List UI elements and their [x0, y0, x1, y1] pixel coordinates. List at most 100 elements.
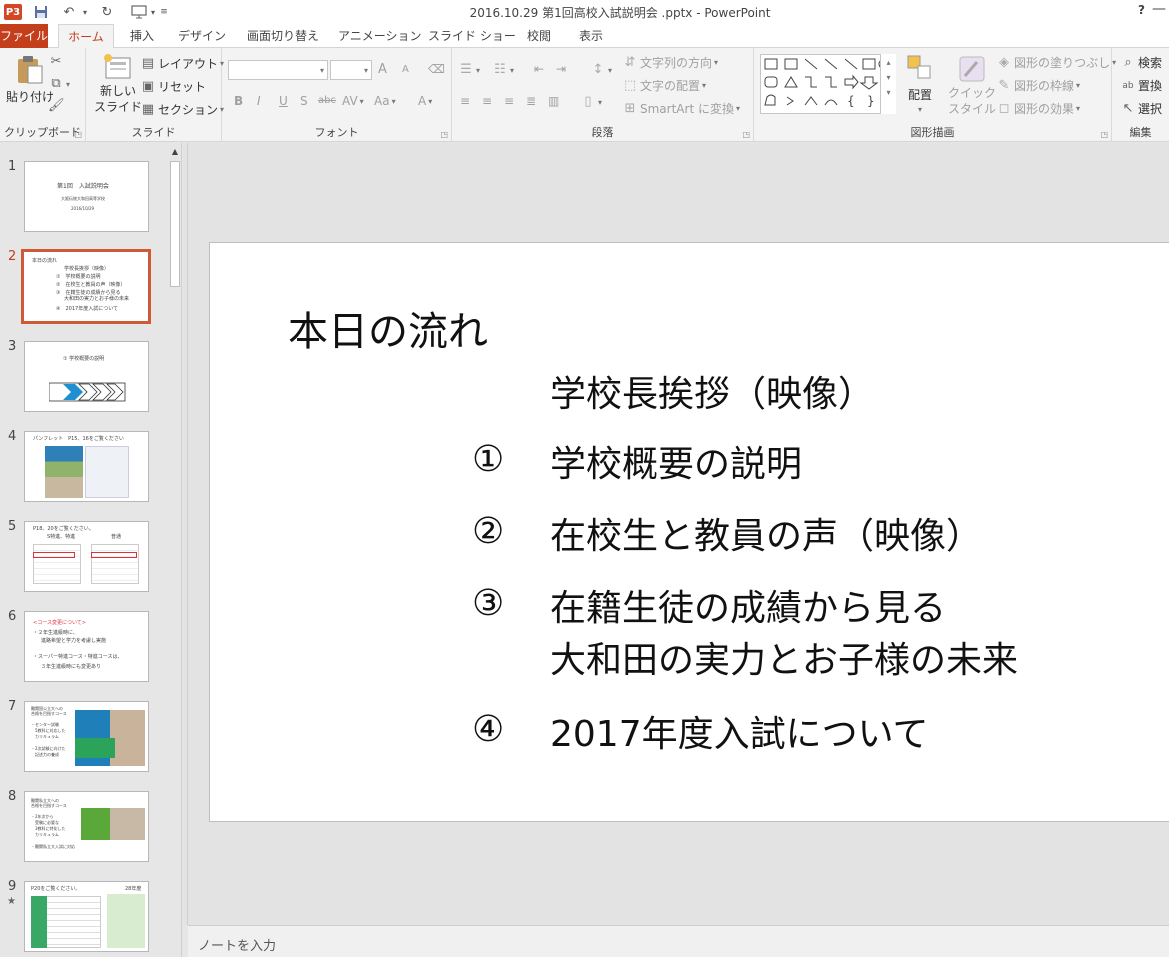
agenda-item-text[interactable]: 2017年度入試について: [550, 709, 929, 761]
slide-thumbnail-6[interactable]: <コース変更について> ・２年生進級時に、 進路希望と学力を考慮し実施 ・スーパ…: [24, 611, 149, 682]
columns-button[interactable]: ▯ ▾: [580, 94, 602, 110]
slideshow-dropdown-icon[interactable]: ▾: [148, 3, 158, 21]
copy-button[interactable]: ⧉ ▾: [48, 76, 70, 92]
quick-styles-button[interactable]: クイック スタイル: [948, 54, 996, 116]
align-left-icon[interactable]: ≡: [460, 94, 470, 108]
layout-button[interactable]: ▤ レイアウト ▾: [140, 55, 224, 72]
tab-slideshow[interactable]: スライド ショー: [428, 24, 516, 48]
increase-indent-icon[interactable]: ⇥: [556, 62, 566, 76]
notes-placeholder[interactable]: ノートを入力: [198, 935, 276, 954]
line-spacing-dropdown-icon: ▾: [608, 65, 613, 75]
slide-thumbnail-8[interactable]: 難関私立大への 合格を目指すコース ・2年次から 受験に必要な 3教科に特化した…: [24, 791, 149, 862]
slide-thumbnail-9[interactable]: P20をご覧ください。 28年度: [24, 881, 149, 952]
minimize-button[interactable]: —: [1152, 1, 1166, 17]
undo-icon[interactable]: ↶: [60, 3, 78, 21]
save-icon[interactable]: [32, 3, 50, 21]
pane-divider[interactable]: [187, 143, 188, 925]
decrease-indent-icon[interactable]: ⇤: [534, 62, 544, 76]
text-direction-button[interactable]: ⇵ 文字列の方向 ▾: [622, 54, 718, 71]
scroll-up-icon[interactable]: ▲: [168, 145, 181, 159]
select-button[interactable]: ↖ 選択: [1120, 100, 1162, 117]
agenda-item-text[interactable]: 在籍生徒の成績から見る: [550, 583, 946, 635]
agenda-item-text[interactable]: 学校概要の説明: [550, 439, 802, 491]
tab-view[interactable]: 表示: [574, 24, 608, 48]
arrange-button[interactable]: 配置 ▾: [906, 54, 934, 114]
font-color-button[interactable]: A ▾: [418, 94, 432, 108]
tab-transitions[interactable]: 画面切り替え: [244, 24, 322, 48]
text-direction-label: 文字列の方向: [640, 56, 713, 70]
clear-formatting-icon[interactable]: ⌫: [428, 62, 445, 76]
align-center-icon[interactable]: ≡: [482, 94, 492, 108]
align-text-button[interactable]: ⬚ 文字の配置 ▾: [622, 77, 706, 94]
agenda-item-text[interactable]: 在校生と教員の声（映像）: [550, 511, 982, 563]
shapes-gallery-scroll[interactable]: ▴ ▾ ▾: [880, 54, 896, 114]
align-right-icon[interactable]: ≡: [504, 94, 514, 108]
tab-design[interactable]: デザイン: [176, 24, 228, 48]
shrink-font-button[interactable]: A: [402, 64, 409, 75]
tab-insert[interactable]: 挿入: [124, 24, 160, 48]
text-shadow-button[interactable]: S: [300, 94, 308, 108]
ribbon-tabs: ファイル ホーム 挿入 デザイン 画面切り替え アニメーション スライド ショー…: [0, 24, 1169, 49]
help-button[interactable]: ?: [1138, 3, 1145, 17]
start-slideshow-icon[interactable]: [130, 3, 148, 21]
pen-icon: ✎: [998, 77, 1010, 93]
shape-fill-button[interactable]: ◈ 図形の塗りつぶし ▾: [996, 54, 1116, 71]
character-spacing-button[interactable]: AV ▾: [342, 94, 364, 108]
grow-font-button[interactable]: A: [378, 62, 387, 77]
slide-thumbnail-5[interactable]: P18、20をご覧ください。 S特進、特進 普通: [24, 521, 149, 592]
font-size-combo[interactable]: ▾: [330, 60, 372, 80]
smartart-button[interactable]: ⊞ SmartArt に変換 ▾: [622, 100, 740, 117]
paste-button[interactable]: 貼り付け: [6, 54, 54, 105]
slide-thumbnail-2-selected[interactable]: 本日の流れ 学校長挨拶（映像） ① 学校概要の説明 ② 在校生と教員の声（映像）…: [21, 249, 151, 324]
cut-button[interactable]: ✂: [48, 54, 64, 70]
reset-button[interactable]: ▣ リセット: [140, 78, 206, 95]
slide-title[interactable]: 本日の流れ: [288, 299, 488, 357]
strikethrough-button[interactable]: abc: [318, 95, 336, 106]
redo-icon[interactable]: ↻: [98, 3, 116, 21]
line-spacing-button[interactable]: ↕ ▾: [590, 62, 612, 78]
bullets-button[interactable]: ☰ ▾: [458, 62, 480, 78]
shapes-gallery[interactable]: {}: [760, 54, 896, 114]
find-button[interactable]: ⌕ 検索: [1120, 54, 1162, 71]
shape-outline-button[interactable]: ✎ 図形の枠線 ▾: [996, 77, 1080, 94]
paragraph-launcher-icon[interactable]: ◳: [742, 130, 750, 139]
agenda-item-text[interactable]: 学校長挨拶（映像）: [550, 369, 874, 421]
section-button[interactable]: ▦ セクション ▾: [140, 101, 224, 118]
slide-thumbnail-7[interactable]: 難関国公立大への 合格を目指すコース ・センター試験 5教科に対応した カリキュ…: [24, 701, 149, 772]
slide-thumbnail-4[interactable]: パンフレット P15、16をご覧ください: [24, 431, 149, 502]
justify-icon[interactable]: ≣: [526, 94, 536, 108]
columns-icon: ▯: [584, 94, 592, 109]
shape-effects-icon: ◻: [998, 100, 1010, 116]
classroom-photo-image: [81, 808, 145, 840]
slide-thumbnail-3[interactable]: ① 学校概要の説明: [24, 341, 149, 412]
shape-effects-button[interactable]: ◻ 図形の効果 ▾: [996, 100, 1080, 117]
numbering-button[interactable]: ☷ ▾: [492, 62, 514, 78]
drawing-launcher-icon[interactable]: ◳: [1100, 130, 1108, 139]
bold-button[interactable]: B: [234, 94, 243, 108]
tab-home[interactable]: ホーム: [58, 24, 114, 49]
tab-review[interactable]: 校閲: [522, 24, 556, 48]
tab-animations[interactable]: アニメーション: [338, 24, 422, 48]
tab-file[interactable]: ファイル: [0, 24, 48, 48]
slide-thumbnail-1[interactable]: 第1回 入試説明会 大阪伝統大和田高等学校 2016/10/29: [24, 161, 149, 232]
replace-button[interactable]: ab 置換: [1120, 77, 1162, 94]
scroll-thumb[interactable]: [170, 161, 180, 287]
change-case-button[interactable]: Aa ▾: [374, 94, 396, 108]
thumbnail-scrollbar[interactable]: ▲: [168, 143, 181, 957]
font-name-combo[interactable]: ▾: [228, 60, 328, 80]
format-painter-button[interactable]: 🖌: [48, 98, 65, 114]
gallery-up-icon: ▴: [886, 58, 891, 67]
thumb-text: <コース変更について>: [33, 620, 86, 626]
clipboard-launcher-icon[interactable]: ◳: [74, 130, 82, 139]
agenda-item-text-continued[interactable]: 大和田の実力とお子様の未来: [550, 635, 1018, 687]
font-launcher-icon[interactable]: ◳: [440, 130, 448, 139]
powerpoint-app-icon[interactable]: P3: [4, 4, 22, 20]
underline-button[interactable]: U: [279, 94, 288, 108]
new-slide-button[interactable]: 新しい スライド: [94, 52, 142, 114]
customize-toolbar-icon[interactable]: ≡: [158, 3, 170, 21]
undo-dropdown-icon[interactable]: ▾: [80, 3, 90, 21]
current-slide[interactable]: 本日の流れ 学校長挨拶（映像） ① 学校概要の説明 ② 在校生と教員の声（映像）…: [209, 242, 1169, 822]
distributed-icon[interactable]: ▥: [548, 94, 559, 108]
notes-pane[interactable]: ノートを入力: [188, 925, 1169, 957]
italic-button[interactable]: I: [257, 94, 261, 108]
